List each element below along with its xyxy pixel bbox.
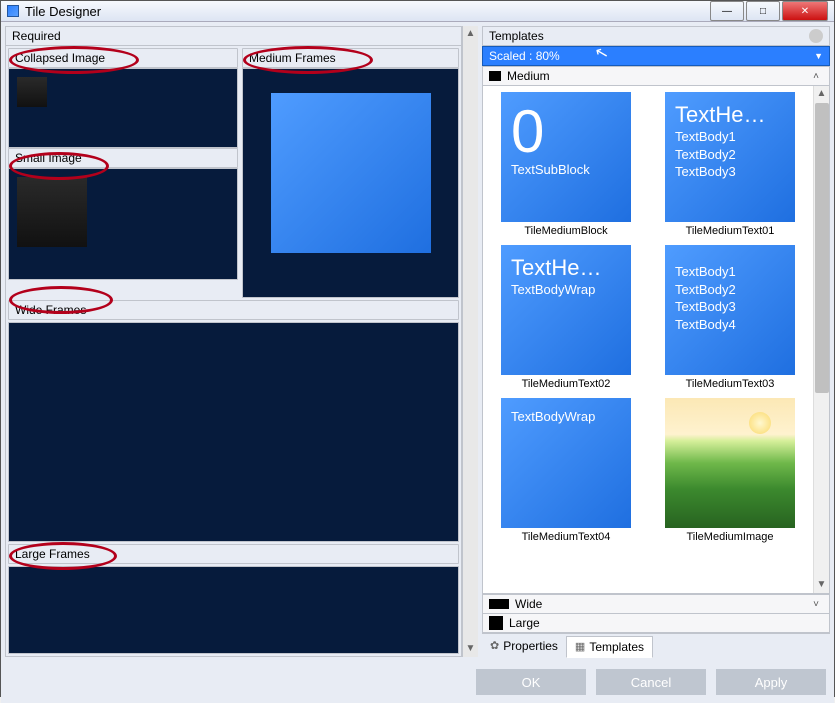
template-thumb: TextHe…TextBodyWrap [501, 245, 631, 375]
required-panel-title: Required [6, 27, 461, 46]
templates-title-text: Templates [489, 29, 544, 43]
scroll-up-icon[interactable]: ▲ [814, 86, 829, 102]
template-thumb: TextHe…TextBody1TextBody2TextBody3 [665, 92, 795, 222]
tab-properties[interactable]: ✿ Properties [482, 636, 566, 656]
template-item[interactable]: TextHe…TextBodyWrap TileMediumText02 [487, 245, 645, 390]
tab-templates-label: Templates [589, 640, 644, 654]
template-item[interactable]: TextBodyWrap TileMediumText04 [487, 398, 645, 543]
template-item[interactable]: TextBody1TextBody2TextBody3TextBody4 Tile… [651, 245, 809, 390]
scale-dropdown[interactable]: Scaled : 80% ▼ ↖ [482, 46, 830, 66]
template-item[interactable]: 0TextSubBlock TileMediumBlock [487, 92, 645, 237]
required-pane: Required Collapsed Image Small Image [5, 26, 478, 657]
gear-icon: ✿ [490, 639, 499, 652]
cursor-icon: ↖ [593, 42, 611, 65]
dialog-body: Required Collapsed Image Small Image [1, 22, 834, 661]
close-button[interactable]: ✕ [782, 1, 828, 21]
scroll-down-icon[interactable]: ▼ [463, 641, 478, 657]
main-window: Tile Designer — □ ✕ Required Collapsed I… [0, 0, 835, 697]
section-large-frames[interactable]: Large Frames [8, 544, 459, 564]
template-caption: TileMediumText03 [686, 378, 775, 390]
template-thumb: TextBodyWrap [501, 398, 631, 528]
template-caption: TileMediumText01 [686, 225, 775, 237]
left-scrollbar[interactable]: ▲ ▼ [462, 26, 478, 657]
cancel-button[interactable]: Cancel [596, 669, 706, 695]
settings-icon[interactable] [809, 29, 823, 43]
templates-grid: 0TextSubBlock TileMediumBlock TextHe…TextB… [483, 86, 813, 593]
chevron-down-icon: ▼ [814, 51, 823, 61]
group-wide-label: Wide [515, 597, 542, 611]
small-image-canvas[interactable] [8, 168, 238, 280]
group-wide[interactable]: Wide ˅ [482, 594, 830, 614]
template-thumb [665, 398, 795, 528]
template-caption: TileMediumImage [686, 531, 773, 543]
maximize-button[interactable]: □ [746, 1, 780, 21]
window-title: Tile Designer [25, 4, 708, 19]
section-wide-frames[interactable]: Wide Frames [8, 300, 459, 320]
ok-button[interactable]: OK [476, 669, 586, 695]
template-thumb: TextBody1TextBody2TextBody3TextBody4 [665, 245, 795, 375]
medium-frames-canvas[interactable] [242, 68, 459, 298]
chevron-down-icon: ˅ [809, 599, 823, 610]
scroll-down-icon[interactable]: ▼ [814, 577, 829, 593]
group-medium[interactable]: Medium ˄ [482, 66, 830, 86]
template-caption: TileMediumText02 [522, 378, 611, 390]
tab-templates[interactable]: ▦ Templates [566, 636, 653, 658]
scroll-up-icon[interactable]: ▲ [463, 26, 478, 42]
bottom-tabs: ✿ Properties ▦ Templates [482, 633, 830, 657]
group-large-label: Large [509, 616, 540, 630]
template-item[interactable]: TileMediumImage [651, 398, 809, 543]
group-medium-label: Medium [507, 69, 550, 83]
template-thumb: 0TextSubBlock [501, 92, 631, 222]
chevron-up-icon: ˄ [809, 71, 823, 82]
collapsed-tile-preview [17, 77, 47, 107]
collapsed-image-canvas[interactable] [8, 68, 238, 148]
minimize-button[interactable]: — [710, 1, 744, 21]
app-icon [7, 5, 19, 17]
tab-properties-label: Properties [503, 639, 558, 653]
section-collapsed-image[interactable]: Collapsed Image [8, 48, 238, 68]
section-medium-frames[interactable]: Medium Frames [242, 48, 459, 68]
apply-button[interactable]: Apply [716, 669, 826, 695]
templates-scrollbar[interactable]: ▲ ▼ [813, 86, 829, 593]
medium-tile-preview [271, 93, 431, 253]
small-tile-preview [17, 177, 87, 247]
template-item[interactable]: TextHe…TextBody1TextBody2TextBody3 TileMe… [651, 92, 809, 237]
scrollbar-thumb[interactable] [815, 103, 829, 393]
scale-label: Scaled : 80% [489, 49, 560, 63]
section-small-image[interactable]: Small Image [8, 148, 238, 168]
template-caption: TileMediumText04 [522, 531, 611, 543]
wide-group-icon [489, 599, 509, 609]
titlebar: Tile Designer — □ ✕ [1, 1, 834, 22]
templates-panel-title: Templates [482, 26, 830, 46]
group-large[interactable]: Large [482, 614, 830, 633]
medium-group-icon [489, 71, 501, 81]
wide-frames-canvas[interactable] [8, 322, 459, 542]
templates-pane: Templates Scaled : 80% ▼ ↖ Medium ˄ 0Tex… [482, 26, 830, 657]
large-frames-canvas[interactable] [8, 566, 459, 654]
template-caption: TileMediumBlock [524, 225, 607, 237]
grid-icon: ▦ [575, 640, 585, 653]
large-group-icon [489, 616, 503, 630]
